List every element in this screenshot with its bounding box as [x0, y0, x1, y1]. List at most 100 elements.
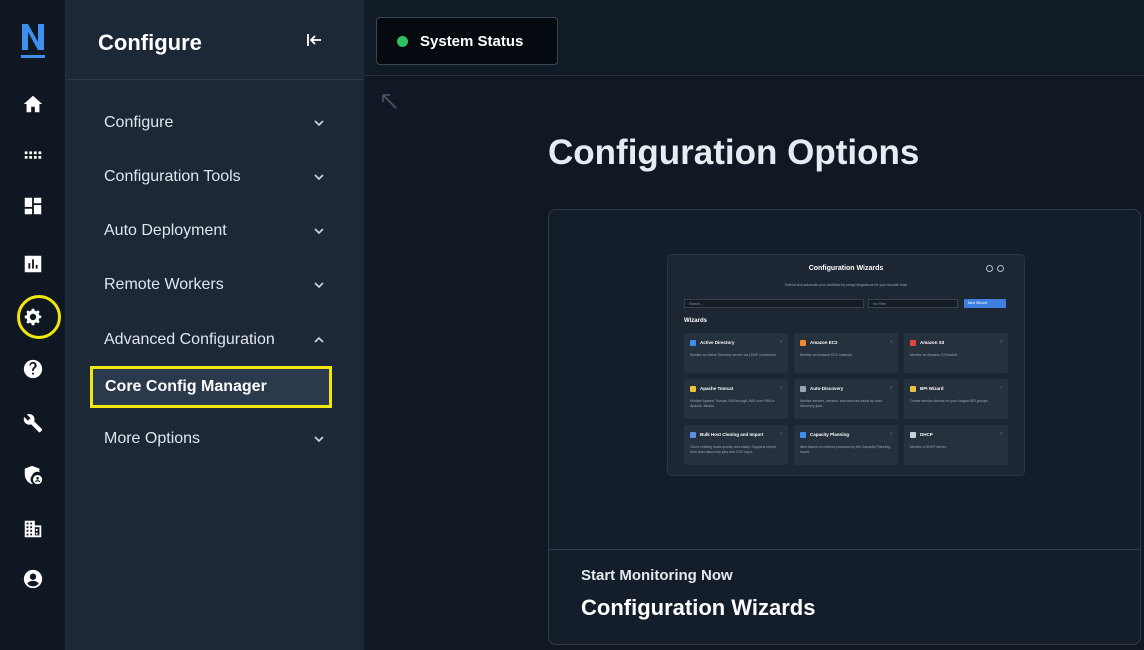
sidebar-item-auto-deployment[interactable]: Auto Deployment	[104, 216, 326, 246]
building-icon[interactable]	[20, 516, 46, 542]
wizard-desc: Alert based on metrics produced by the C…	[800, 445, 891, 454]
wizard-name: Bulk Host Cloning and Import	[700, 432, 764, 437]
preview-header-icons	[986, 265, 1008, 273]
preview-wizard-card: Apache Tomcat › Monitor Apache Tomcat JV…	[684, 379, 788, 419]
sidebar-item-configuration-tools[interactable]: Configuration Tools	[104, 162, 326, 192]
preview-wizard-card: Amazon EC2 › Monitor an Amazon EC2 Insta…	[794, 333, 898, 373]
chevron-icon: ›	[780, 339, 782, 345]
preview-wizard-card: DHCP › Monitor a DHCP server.	[904, 425, 1008, 465]
chevron-icon: ›	[890, 339, 892, 345]
chevron-icon: ›	[780, 431, 782, 437]
wizard-logo-icon	[800, 386, 806, 392]
configure-sidebar: Configure Configure Configuration Tools …	[66, 0, 364, 650]
chevron-icon: ›	[780, 385, 782, 391]
chevron-icon: ›	[890, 431, 892, 437]
card-divider	[549, 549, 1140, 550]
wizard-name: Apache Tomcat	[700, 386, 734, 391]
icon-rail	[0, 0, 66, 650]
wizard-name: Amazon S3	[920, 340, 945, 345]
wizard-desc: Monitor an Active Directory server via L…	[690, 353, 777, 357]
shield-user-icon[interactable]	[20, 462, 46, 488]
preview-wizard-card: Auto-Discovery › Monitor servers, device…	[794, 379, 898, 419]
preview-new-wizard-button: New Wizard	[964, 299, 1006, 308]
wizards-preview-image: Configuration Wizards Extend and automat…	[668, 255, 1024, 475]
sidebar-title: Configure	[98, 30, 202, 55]
preview-title: Configuration Wizards	[808, 265, 884, 272]
reports-icon[interactable]	[20, 251, 46, 277]
card-subtitle: Start Monitoring Now	[581, 567, 733, 584]
collapse-sidebar-button[interactable]	[304, 30, 326, 52]
wizard-desc: Monitor an Amazon EC2 Instance.	[800, 353, 854, 357]
preview-wizard-card: BPI Wizard › Create service checks for y…	[904, 379, 1008, 419]
chevron-icon: ›	[1000, 339, 1002, 345]
wizard-logo-icon	[910, 386, 916, 392]
preview-wizard-card: Amazon S3 › Monitor an Amazon S3 Bucket.	[904, 333, 1008, 373]
sidebar-subitem-core-config-manager[interactable]: Core Config Manager	[90, 366, 332, 408]
preview-section-title: Wizards	[684, 318, 707, 324]
wizard-desc: Monitor Apache Tomcat JVM through JMX ov…	[690, 399, 775, 408]
sidebar-item-label: Auto Deployment	[104, 222, 227, 239]
preview-filter-select: No Filter	[868, 299, 958, 308]
wizard-name: Auto-Discovery	[810, 386, 844, 391]
sidebar-item-label: Advanced Configuration	[104, 331, 275, 348]
top-bar: System Status	[364, 0, 1144, 76]
sidebar-item-advanced-configuration[interactable]: Advanced Configuration	[104, 325, 326, 355]
wizard-desc: Clone existing hosts quickly and easily.…	[690, 445, 777, 454]
sidebar-item-remote-workers[interactable]: Remote Workers	[104, 270, 326, 300]
system-status-label: System Status	[420, 32, 524, 50]
wizard-name: Active Directory	[700, 340, 735, 345]
sidebar-item-label: More Options	[104, 430, 201, 447]
wrench-icon[interactable]	[20, 410, 46, 436]
wizard-name: BPI Wizard	[920, 386, 944, 391]
preview-wizard-grid: Active Directory › Monitor an Active Dir…	[684, 333, 1008, 467]
chevron-down-icon	[314, 282, 324, 289]
grid-icon[interactable]	[20, 143, 46, 169]
chevron-down-icon	[314, 436, 324, 443]
home-icon[interactable]	[20, 91, 46, 117]
wizard-logo-icon	[910, 432, 916, 438]
wizard-logo-icon	[690, 340, 696, 346]
wizard-desc: Monitor servers, devices, and services f…	[800, 399, 883, 408]
system-status-tab[interactable]: System Status	[376, 17, 558, 65]
wizard-name: DHCP	[920, 432, 933, 437]
chevron-down-icon	[314, 120, 324, 127]
chevron-down-icon	[314, 228, 324, 235]
wizard-name: Capacity Planning	[810, 432, 850, 437]
nagios-logo-icon[interactable]	[19, 20, 47, 60]
chevron-icon: ›	[1000, 431, 1002, 437]
wizard-logo-icon	[910, 340, 916, 346]
help-icon[interactable]	[20, 356, 46, 382]
sidebar-item-label: Configuration Tools	[104, 168, 241, 185]
card-title: Configuration Wizards	[581, 595, 816, 620]
preview-wizard-card: Bulk Host Cloning and Import › Clone exi…	[684, 425, 788, 465]
preview-subtitle: Extend and automate your workflow by usi…	[784, 283, 908, 287]
sidebar-header: Configure	[66, 0, 364, 80]
preview-wizard-card: Active Directory › Monitor an Active Dir…	[684, 333, 788, 373]
status-dot	[397, 35, 408, 47]
preview-search-input: Search...	[684, 299, 864, 308]
wizard-logo-icon	[690, 386, 696, 392]
collapse-left-icon	[307, 34, 321, 46]
chevron-icon: ›	[1000, 385, 1002, 391]
sidebar-item-configure[interactable]: Configure	[104, 108, 326, 138]
sidebar-item-more-options[interactable]: More Options	[104, 424, 326, 454]
sidebar-item-label: Configure	[104, 114, 174, 131]
wizard-desc: Create service checks for your Nagios BP…	[910, 399, 989, 403]
wizard-desc: Monitor an Amazon S3 Bucket.	[910, 353, 959, 357]
chevron-down-icon	[314, 174, 324, 181]
dashboard-icon[interactable]	[20, 193, 46, 219]
page-title: Configuration Options	[548, 133, 920, 172]
preview-wizard-card: Capacity Planning › Alert based on metri…	[794, 425, 898, 465]
wizard-desc: Monitor a DHCP server.	[910, 445, 947, 449]
chevron-icon: ›	[890, 385, 892, 391]
wizard-logo-icon	[800, 432, 806, 438]
wizard-logo-icon	[690, 432, 696, 438]
configuration-wizards-card[interactable]: Configuration Wizards Extend and automat…	[548, 209, 1141, 645]
wizard-logo-icon	[800, 340, 806, 346]
gear-highlight-annotation	[17, 295, 61, 339]
sidebar-item-label: Remote Workers	[104, 276, 224, 293]
sidebar-subitem-label: Core Config Manager	[105, 378, 267, 395]
expand-arrow-icon[interactable]	[380, 92, 398, 110]
user-account-icon[interactable]	[20, 566, 46, 592]
wizard-name: Amazon EC2	[810, 340, 838, 345]
